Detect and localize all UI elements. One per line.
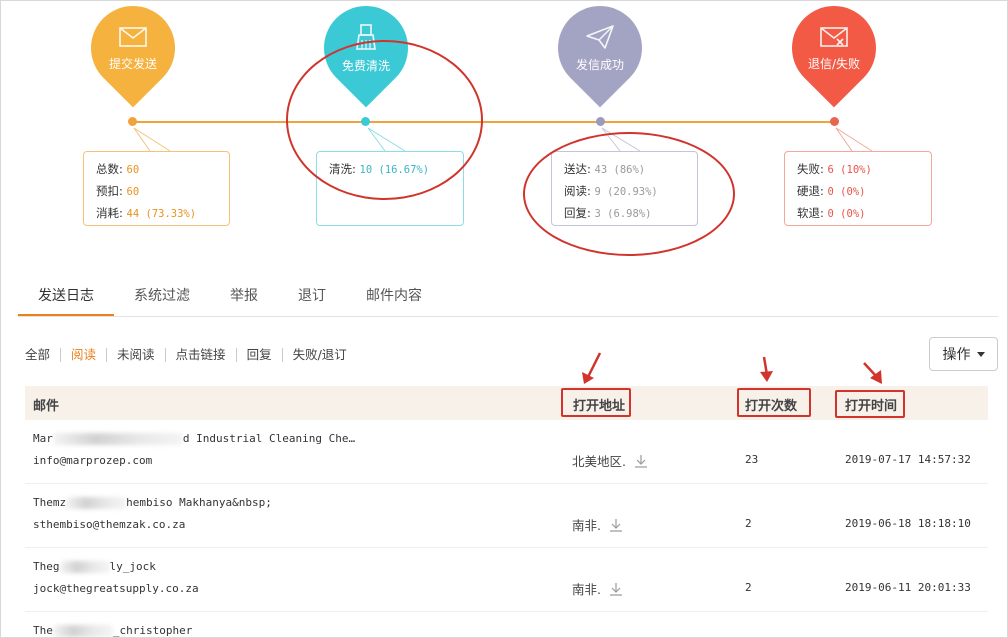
- stat-label: 消耗:: [96, 206, 123, 220]
- open-time: 2019-06-18 18:18:10: [845, 517, 971, 530]
- table-row[interactable]: Theg ly_jock jock@thegreatsupply.co.za 南非…: [25, 548, 988, 612]
- filter-failed-unsub[interactable]: 失败/退订: [283, 348, 357, 362]
- open-location: 南非.: [572, 579, 623, 598]
- tab-system-filter[interactable]: 系统过滤: [114, 280, 210, 316]
- mail-name: The _christopher: [33, 624, 193, 637]
- tab-mail-content[interactable]: 邮件内容: [346, 280, 442, 316]
- stat-value: 44 (73.33%): [126, 208, 197, 220]
- annotation-box: [737, 388, 811, 417]
- stat-value: 6 (10%): [827, 164, 872, 176]
- download-icon[interactable]: [634, 454, 648, 468]
- open-location: 北美地区.: [572, 451, 648, 470]
- table-row[interactable]: Mar d Industrial Cleaning Che… info@marpr…: [25, 420, 988, 484]
- operation-button[interactable]: 操作: [929, 337, 998, 371]
- annotation-arrow: [863, 362, 882, 384]
- open-time: 2019-07-17 14:57:32: [845, 453, 971, 466]
- download-icon[interactable]: [609, 582, 623, 596]
- tab-unsubscribe[interactable]: 退订: [278, 280, 346, 316]
- stat-value: 0 (0%): [827, 208, 866, 220]
- open-count: 23: [745, 453, 759, 466]
- tab-bar: 发送日志 系统过滤 举报 退订 邮件内容: [18, 280, 998, 317]
- download-icon[interactable]: [609, 518, 623, 532]
- mail-name: Mar d Industrial Cleaning Che…: [33, 432, 356, 445]
- open-count: 2: [745, 581, 752, 594]
- mail-address: info@marprozep.com: [33, 454, 153, 467]
- chevron-down-icon: [976, 351, 985, 357]
- mail-name: Theg ly_jock: [33, 560, 156, 573]
- fail-stats-box: 失败: 6 (10%) 硬退: 0 (0%) 软退: 0 (0%): [784, 151, 932, 226]
- filter-read[interactable]: 阅读: [61, 348, 108, 362]
- filter-bar: 全部 阅读 未阅读 点击链接 回复 失败/退订: [25, 348, 357, 362]
- annotation-ellipse: [523, 132, 735, 256]
- tab-send-log[interactable]: 发送日志: [18, 280, 114, 316]
- annotation-ellipse: [286, 40, 483, 200]
- open-count: 2: [745, 517, 752, 530]
- col-mail: 邮件: [33, 399, 60, 414]
- open-time: 2019-06-11 20:01:33: [845, 581, 971, 594]
- filter-replied[interactable]: 回复: [237, 348, 283, 362]
- operation-button-label: 操作: [942, 347, 971, 363]
- stat-label: 软退:: [797, 206, 824, 220]
- table-row[interactable]: Themz hembiso Makhanya&nbsp; sthembiso@th…: [25, 484, 988, 548]
- annotation-arrow: [582, 352, 602, 384]
- mail-name: Themz hembiso Makhanya&nbsp;: [33, 496, 272, 509]
- tab-report[interactable]: 举报: [210, 280, 278, 316]
- stat-value: 60: [126, 186, 140, 198]
- open-location: 南非.: [572, 515, 623, 534]
- stat-value: 0 (0%): [827, 186, 866, 198]
- stat-value: 60: [126, 164, 140, 176]
- table-row[interactable]: The _christopher: [25, 612, 988, 638]
- stat-label: 预扣:: [96, 184, 123, 198]
- submit-stats-box: 总数: 60 预扣: 60 消耗: 44 (73.33%): [83, 151, 230, 226]
- filter-unread[interactable]: 未阅读: [107, 348, 166, 362]
- annotation-box: [835, 390, 905, 418]
- filter-all[interactable]: 全部: [25, 348, 62, 362]
- stat-label: 总数:: [96, 162, 123, 176]
- stat-label: 失败:: [797, 162, 824, 176]
- stat-label: 硬退:: [797, 184, 824, 198]
- mail-address: jock@thegreatsupply.co.za: [33, 582, 199, 595]
- annotation-arrow: [760, 356, 773, 382]
- filter-clicked[interactable]: 点击链接: [166, 348, 237, 362]
- annotation-box: [561, 388, 631, 417]
- mail-address: sthembiso@themzak.co.za: [33, 518, 186, 531]
